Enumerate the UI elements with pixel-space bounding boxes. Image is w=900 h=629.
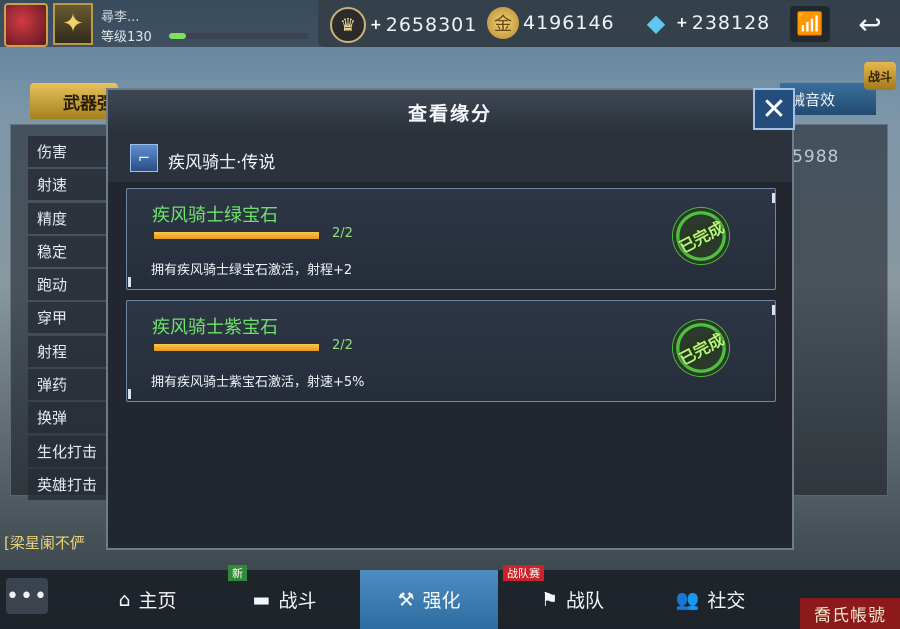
bond-title: 疾风骑士紫宝石 bbox=[152, 317, 278, 338]
medal-value: 2658301 bbox=[385, 14, 478, 36]
resource-medal[interactable]: ♛ + 2658301 bbox=[330, 7, 477, 43]
corner-mark bbox=[128, 389, 131, 399]
banner-icon: ⚑ bbox=[540, 588, 559, 611]
bond-progress-fill bbox=[154, 232, 319, 239]
new-badge: 新 bbox=[228, 565, 247, 581]
completed-stamp-label: 已完成 bbox=[676, 217, 728, 257]
gold-value: 4196146 bbox=[523, 12, 615, 34]
bond-progress-bar bbox=[154, 344, 319, 351]
close-button[interactable]: ✕ bbox=[753, 88, 795, 130]
add-medal-icon[interactable]: + bbox=[370, 17, 382, 33]
weapon-header: ⌐ 疾风骑士·传说 bbox=[108, 134, 792, 182]
medal-icon: ♛ bbox=[330, 7, 366, 43]
stat-list: 伤害 射速 精度 稳定 跑动 穿甲 射程 弹药 换弹 生化打击 英雄打击 bbox=[28, 136, 106, 502]
wifi-icon: 📶 bbox=[790, 6, 830, 42]
home-icon: ⌂ bbox=[118, 588, 131, 611]
stat-label: 伤害 bbox=[28, 136, 106, 167]
player-level: 等级130 bbox=[101, 30, 152, 45]
bond-description: 拥有疾风骑士绿宝石激活，射程+2 bbox=[151, 263, 353, 278]
stat-label: 生化打击 bbox=[28, 435, 106, 467]
completed-stamp-label: 已完成 bbox=[676, 329, 728, 369]
corner-mark bbox=[772, 193, 775, 203]
nav-clan-label: 战队 bbox=[566, 590, 605, 612]
corner-mark bbox=[128, 277, 131, 287]
level-progress-fill bbox=[169, 33, 186, 39]
bond-card: 疾风骑士紫宝石 2/2 拥有疾风骑士紫宝石激活，射速+5% 已完成 bbox=[126, 300, 776, 402]
player-avatar[interactable] bbox=[4, 3, 48, 47]
stat-label: 稳定 bbox=[28, 235, 106, 267]
nav-home[interactable]: ⌂ 主页 bbox=[85, 570, 210, 629]
stat-label: 弹药 bbox=[28, 369, 106, 401]
weapon-enhance-tab[interactable]: 武器强 bbox=[30, 83, 118, 119]
bond-progress-count: 2/2 bbox=[332, 338, 353, 353]
battle-shortcut-button[interactable]: 战斗 bbox=[864, 62, 896, 90]
watermark-label: 喬氏帳號 bbox=[800, 598, 900, 629]
player-name: 尋李... bbox=[101, 10, 140, 25]
bond-progress-fill bbox=[154, 344, 319, 351]
bond-description: 拥有疾风骑士紫宝石激活，射速+5% bbox=[151, 375, 365, 390]
stat-label: 精度 bbox=[28, 202, 106, 234]
resource-diamond[interactable]: ◆ + 238128 bbox=[640, 7, 770, 39]
stat-label: 换弹 bbox=[28, 402, 106, 434]
nav-social[interactable]: 👥 社交 bbox=[648, 570, 773, 629]
bond-card: 疾风骑士绿宝石 2/2 拥有疾风骑士绿宝石激活，射程+2 已完成 bbox=[126, 188, 776, 290]
nav-enhance-label: 强化 bbox=[422, 590, 461, 612]
nav-social-label: 社交 bbox=[707, 590, 746, 612]
bond-dialog: 查看缘分 ✕ ⌐ 疾风骑士·传说 疾风骑士绿宝石 2/2 拥有疾风骑士绿宝石激活… bbox=[106, 88, 795, 550]
diamond-icon: ◆ bbox=[646, 9, 666, 37]
add-diamond-icon[interactable]: + bbox=[676, 15, 688, 31]
stat-label: 英雄打击 bbox=[28, 468, 106, 500]
weapon-name: 疾风骑士·传说 bbox=[168, 153, 276, 173]
level-progress-bar bbox=[169, 33, 309, 39]
diamond-value: 238128 bbox=[691, 12, 771, 34]
bond-title: 疾风骑士绿宝石 bbox=[152, 205, 278, 226]
back-arrow-icon[interactable]: ↩ bbox=[848, 6, 892, 42]
dialog-title: 查看缘分 bbox=[407, 102, 492, 125]
rank-badge-icon[interactable]: ✦ bbox=[53, 3, 93, 45]
dialog-header: 查看缘分 bbox=[108, 90, 792, 134]
stat-label: 穿甲 bbox=[28, 302, 106, 334]
hammer-icon: ⚒ bbox=[397, 588, 415, 611]
weapon-gun-icon: ⌐ bbox=[130, 144, 158, 172]
corner-mark bbox=[772, 305, 775, 315]
people-icon: 👥 bbox=[675, 589, 700, 611]
gold-coin-icon: 金 bbox=[487, 7, 519, 39]
nav-battle-label: 战斗 bbox=[278, 590, 317, 612]
completed-stamp-icon: 已完成 bbox=[672, 319, 730, 377]
stat-label: 射速 bbox=[28, 169, 106, 201]
chat-button[interactable]: ••• bbox=[6, 578, 48, 614]
nav-enhance[interactable]: ⚒ 强化 bbox=[360, 570, 498, 629]
clan-match-badge: 战队赛 bbox=[503, 565, 544, 581]
stat-label: 跑动 bbox=[28, 269, 106, 301]
resource-gold[interactable]: 金 4196146 bbox=[487, 7, 615, 39]
completed-stamp-icon: 已完成 bbox=[672, 207, 730, 265]
bond-progress-bar bbox=[154, 232, 319, 239]
nav-home-label: 主页 bbox=[138, 590, 177, 612]
stat-label: 射程 bbox=[28, 335, 106, 367]
bond-progress-count: 2/2 bbox=[332, 226, 353, 241]
gun-icon: ▬ bbox=[252, 588, 271, 611]
chat-message[interactable]: [梁星阑不俨 bbox=[4, 532, 85, 553]
